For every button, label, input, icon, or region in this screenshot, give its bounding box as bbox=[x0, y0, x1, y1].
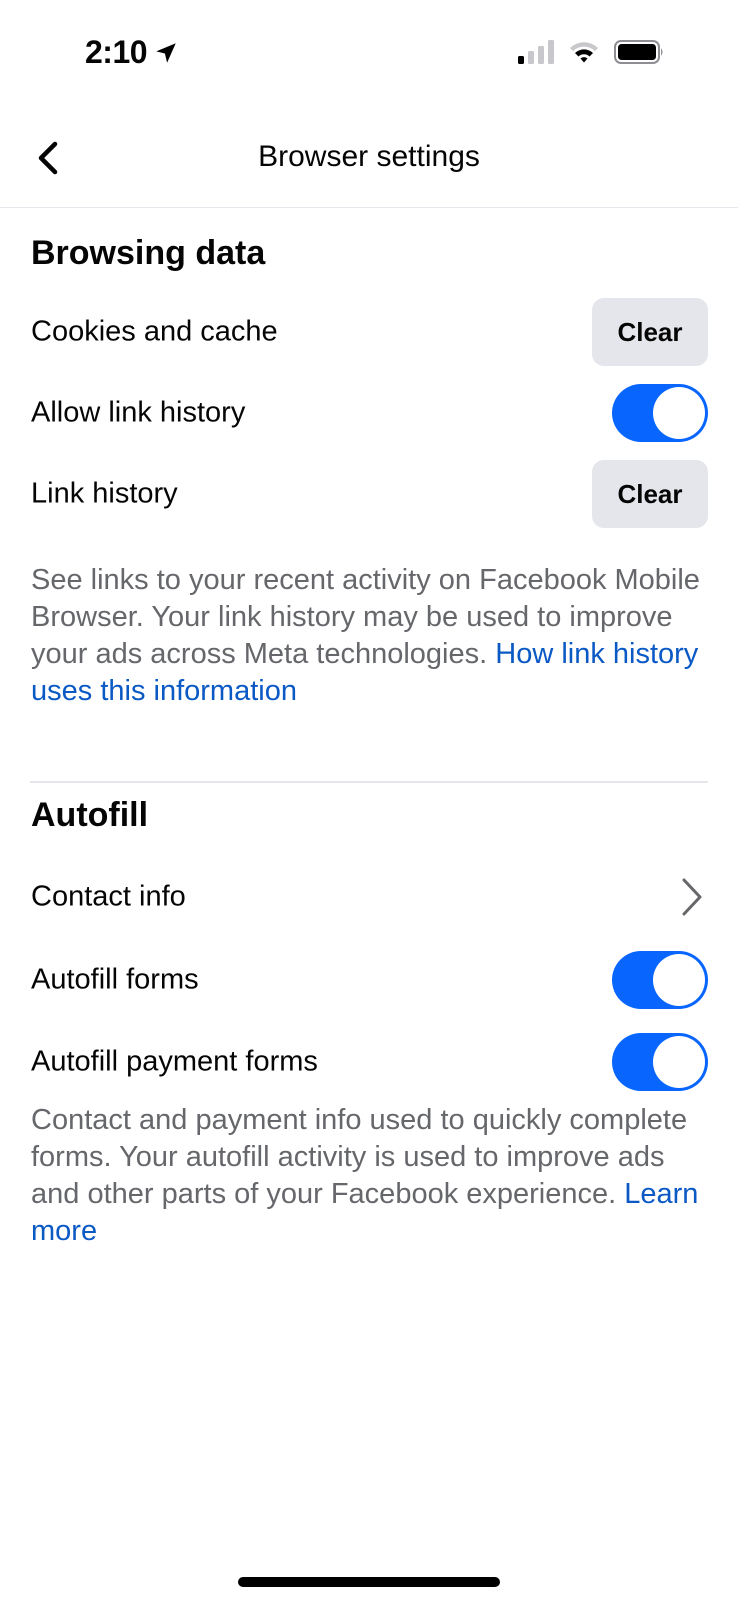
time-text: 2:10 bbox=[85, 34, 148, 70]
row-contact-info[interactable]: Contact info bbox=[0, 862, 738, 932]
battery-icon bbox=[614, 40, 663, 64]
row-cookies-and-cache: Cookies and cache Clear bbox=[0, 297, 738, 367]
row-label: Contact info bbox=[31, 880, 186, 913]
allow-link-history-toggle[interactable] bbox=[612, 384, 708, 442]
cellular-signal-icon bbox=[518, 40, 554, 64]
status-time: 2:10 bbox=[85, 34, 179, 71]
row-label: Allow link history bbox=[31, 396, 246, 429]
row-autofill-forms: Autofill forms bbox=[0, 945, 738, 1015]
toggle-knob bbox=[653, 1036, 705, 1088]
autofill-forms-toggle[interactable] bbox=[612, 951, 708, 1009]
row-label: Autofill payment forms bbox=[31, 1045, 318, 1078]
status-bar: 2:10 bbox=[0, 0, 738, 108]
autofill-payment-forms-toggle[interactable] bbox=[612, 1033, 708, 1091]
section-title-autofill: Autofill bbox=[31, 796, 149, 834]
section-title-browsing-data: Browsing data bbox=[31, 234, 266, 272]
row-link-history: Link history Clear bbox=[0, 459, 738, 529]
wifi-icon bbox=[570, 42, 598, 63]
autofill-description: Contact and payment info used to quickly… bbox=[31, 1102, 711, 1250]
description-text: Contact and payment info used to quickly… bbox=[31, 1104, 688, 1210]
row-allow-link-history: Allow link history bbox=[0, 378, 738, 448]
row-autofill-payment-forms: Autofill payment forms bbox=[0, 1027, 738, 1097]
toggle-knob bbox=[653, 387, 705, 439]
page-title: Browser settings bbox=[258, 140, 480, 173]
clear-cookies-button[interactable]: Clear bbox=[592, 298, 708, 366]
section-divider bbox=[30, 781, 708, 783]
row-label: Cookies and cache bbox=[31, 315, 278, 348]
toggle-knob bbox=[653, 954, 705, 1006]
row-label: Autofill forms bbox=[31, 963, 199, 996]
location-arrow-icon bbox=[156, 42, 176, 63]
nav-bar: Browser settings bbox=[0, 108, 738, 208]
home-indicator[interactable] bbox=[238, 1577, 500, 1587]
clear-link-history-button[interactable]: Clear bbox=[592, 460, 708, 528]
status-icons bbox=[518, 40, 664, 64]
chevron-right-icon[interactable] bbox=[680, 877, 704, 917]
browsing-data-description: See links to your recent activity on Fac… bbox=[31, 562, 711, 710]
row-label: Link history bbox=[31, 477, 178, 510]
